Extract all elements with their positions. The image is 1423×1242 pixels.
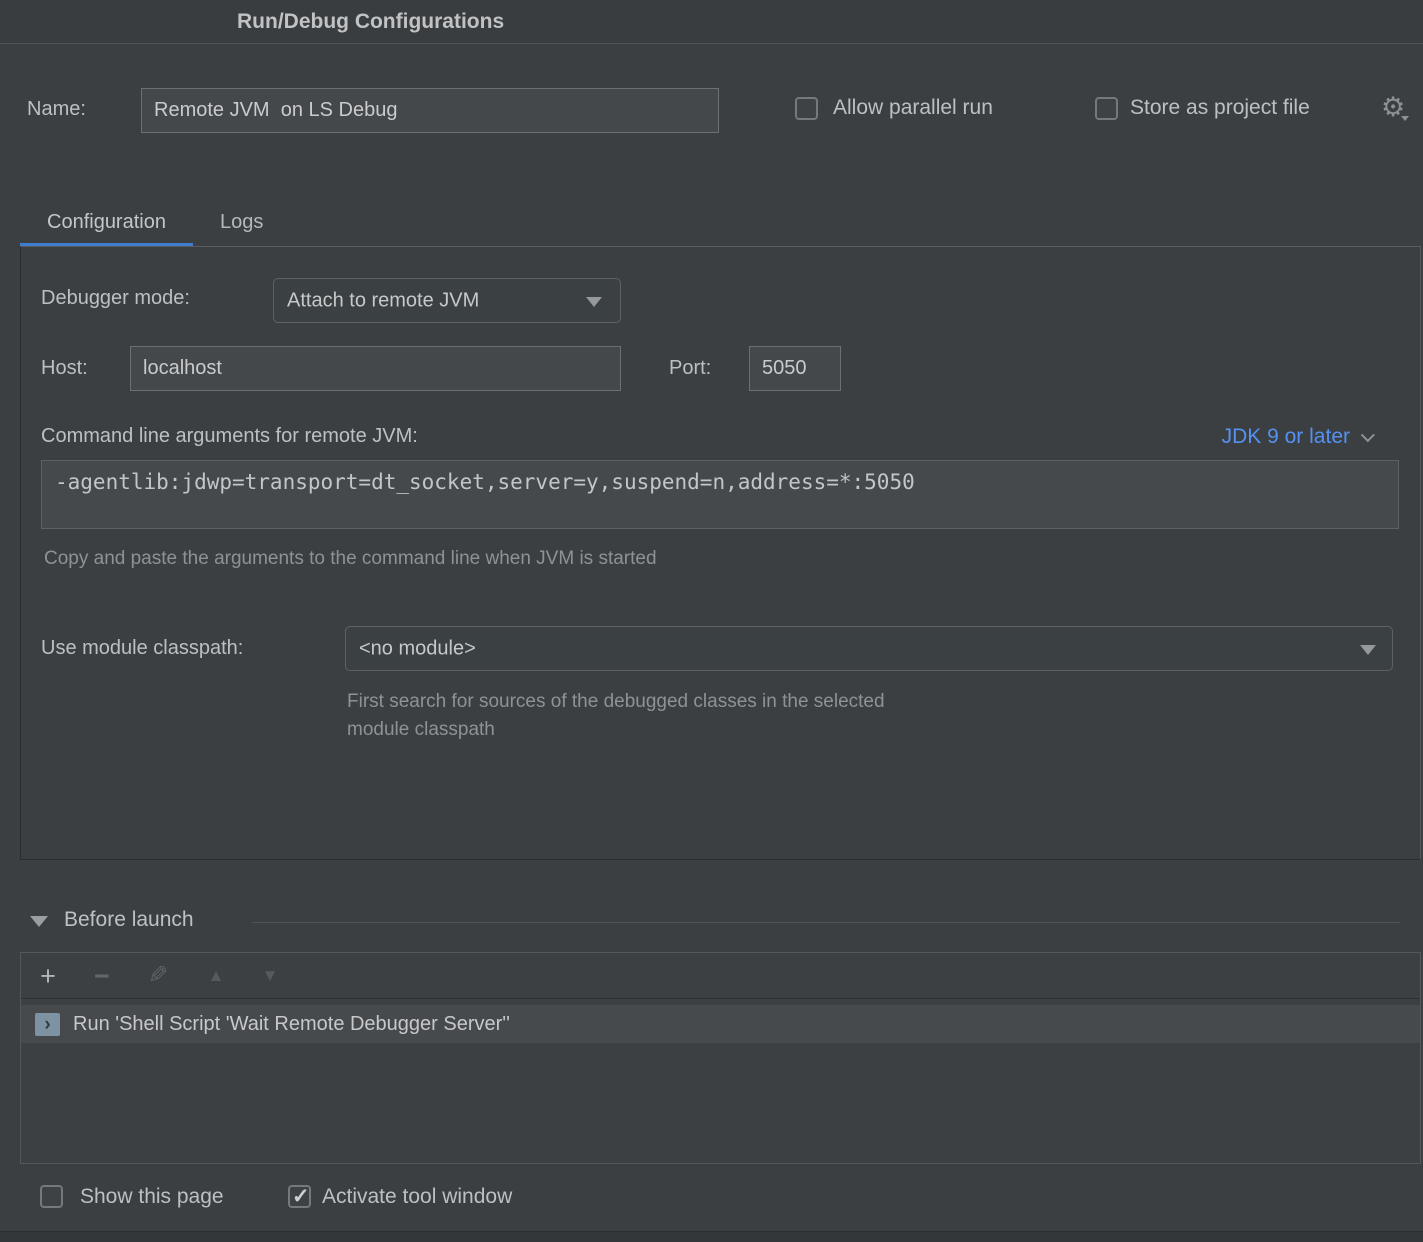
port-label: Port: <box>669 357 711 380</box>
host-label: Host: <box>41 357 88 380</box>
chevron-down-icon <box>1361 428 1375 442</box>
activate-tool-window-label[interactable]: Activate tool window <box>322 1185 512 1209</box>
task-label: Run 'Shell Script 'Wait Remote Debugger … <box>73 1013 510 1036</box>
run-shell-script-icon: › <box>35 1013 60 1036</box>
show-this-page-checkbox[interactable] <box>40 1185 63 1208</box>
dialog-title: Run/Debug Configurations <box>237 0 504 44</box>
jdk-version-value: JDK 9 or later <box>1222 425 1350 448</box>
name-input[interactable] <box>141 88 719 133</box>
chevron-down-icon <box>586 297 602 307</box>
debugger-mode-value: Attach to remote JVM <box>287 289 479 312</box>
move-task-down-button[interactable]: ▼ <box>255 953 285 999</box>
module-classpath-dropdown[interactable]: <no module> <box>345 626 1393 671</box>
chevron-down-icon <box>1360 645 1376 655</box>
run-debug-configurations-dialog: Run/Debug Configurations Name: Allow par… <box>0 0 1423 1242</box>
allow-parallel-run-label[interactable]: Allow parallel run <box>833 96 993 120</box>
move-task-up-button[interactable]: ▲ <box>201 953 231 999</box>
store-as-project-file-checkbox[interactable] <box>1095 97 1118 120</box>
tab-bar: Configuration Logs <box>20 201 290 247</box>
dialog-titlebar: Run/Debug Configurations <box>0 0 1423 44</box>
configuration-panel: Debugger mode: Attach to remote JVM Host… <box>20 246 1421 860</box>
checkmark-icon: ✓ <box>292 1184 310 1209</box>
debugger-mode-label: Debugger mode: <box>41 287 190 310</box>
module-classpath-value: <no module> <box>359 637 476 660</box>
name-label: Name: <box>27 98 86 121</box>
dialog-bottom-edge <box>0 1231 1423 1242</box>
before-launch-panel: + − ✎ ▲ ▼ › Run 'Shell Script 'Wait Remo… <box>20 952 1421 1164</box>
before-launch-collapse-icon[interactable] <box>30 916 48 927</box>
tab-configuration[interactable]: Configuration <box>20 201 193 247</box>
activate-tool-window-checkbox[interactable]: ✓ <box>288 1185 311 1208</box>
edit-task-button[interactable]: ✎ <box>143 953 173 999</box>
allow-parallel-run-checkbox[interactable] <box>795 97 818 120</box>
cmdline-args-hint: Copy and paste the arguments to the comm… <box>44 548 657 570</box>
jdk-version-selector[interactable]: JDK 9 or later <box>1222 425 1370 449</box>
host-input[interactable] <box>130 346 621 391</box>
gear-dropdown-arrow-icon <box>1401 116 1409 121</box>
before-launch-divider <box>252 922 1400 923</box>
cmdline-args-field[interactable]: -agentlib:jdwp=transport=dt_socket,serve… <box>41 460 1399 529</box>
module-classpath-label: Use module classpath: <box>41 637 243 660</box>
show-this-page-label[interactable]: Show this page <box>80 1185 224 1209</box>
tab-logs[interactable]: Logs <box>193 201 290 247</box>
before-launch-title: Before launch <box>64 908 194 932</box>
port-input[interactable] <box>749 346 841 391</box>
remove-task-button[interactable]: − <box>87 953 117 999</box>
add-task-button[interactable]: + <box>33 953 63 999</box>
store-as-project-file-label[interactable]: Store as project file <box>1130 96 1310 120</box>
gear-icon[interactable]: ⚙ <box>1381 92 1405 123</box>
module-classpath-hint: First search for sources of the debugged… <box>347 688 885 744</box>
before-launch-toolbar: + − ✎ ▲ ▼ <box>21 953 1420 999</box>
cmdline-args-label: Command line arguments for remote JVM: <box>41 425 418 448</box>
debugger-mode-dropdown[interactable]: Attach to remote JVM <box>273 278 621 323</box>
before-launch-task-row[interactable]: › Run 'Shell Script 'Wait Remote Debugge… <box>21 1005 1420 1043</box>
